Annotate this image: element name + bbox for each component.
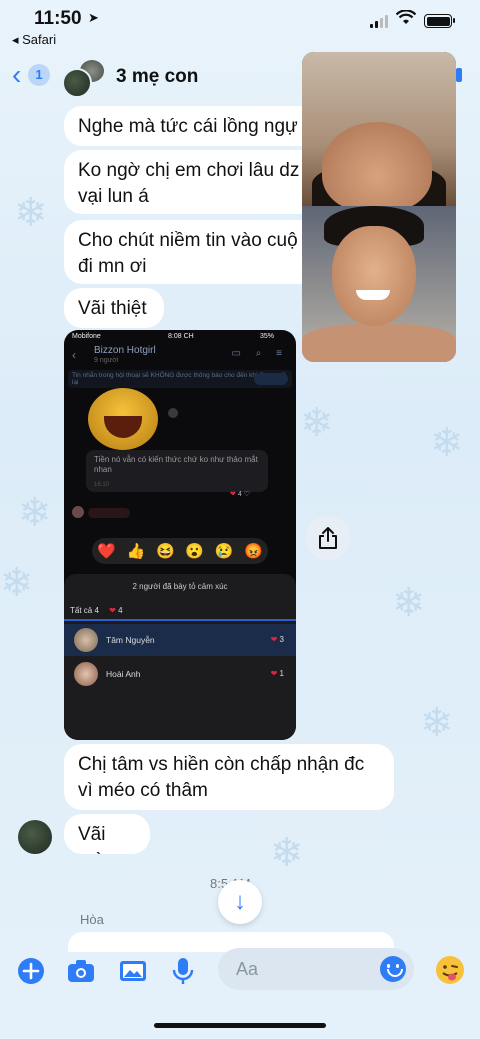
embedded-status-bar: Mobifone 8:08 CH 35% xyxy=(64,330,296,344)
message-bubble[interactable]: Chị tâm vs hiền còn chấp nhận đc vì méo … xyxy=(64,744,394,810)
embedded-reaction-sheet: 2 người đã bày tỏ cảm xúc Tất cả 4 ❤ 4 T… xyxy=(64,574,296,740)
emoji-picker-icon[interactable] xyxy=(380,956,406,982)
status-bar: 11:50 ➤ ◂ Safari xyxy=(0,0,480,52)
embedded-reactor-name: Tâm Nguyễn xyxy=(106,635,155,645)
embedded-reaction-count: 4 xyxy=(237,491,242,498)
embedded-header-icons: ▭ ⌕ ≡ xyxy=(231,348,288,359)
microphone-icon[interactable] xyxy=(168,956,198,986)
embedded-reaction: ❤ 4 ♡ xyxy=(230,491,250,498)
embedded-dot xyxy=(168,408,178,418)
message-bubble[interactable]: Ko ngờ chị em chơi lâu dz vại lun á xyxy=(64,150,324,214)
embedded-reactor-row: Tâm Nguyễn ❤ 3 xyxy=(64,624,296,656)
embedded-reactor-name: Hoài Anh xyxy=(106,669,141,679)
embedded-battery: 35% xyxy=(260,333,275,340)
self-video-feed xyxy=(302,206,456,362)
message-composer: Aa xyxy=(0,944,480,996)
gallery-icon[interactable] xyxy=(118,956,148,986)
wow-emoji-icon: 😮 xyxy=(185,543,204,560)
snowflake-icon: ❄ xyxy=(14,190,48,236)
laugh-emoji-icon: 😆 xyxy=(155,543,175,560)
sad-emoji-icon: 😢 xyxy=(214,543,234,560)
embedded-sheet-active-tab xyxy=(64,619,296,621)
embedded-notice-button xyxy=(254,373,288,385)
status-time: 11:50 xyxy=(34,8,82,29)
shared-screenshot-image[interactable]: Mobifone 8:08 CH 35% ‹ Bizzon Hotgirl 9 … xyxy=(64,330,296,740)
embedded-small-message xyxy=(88,508,130,518)
embedded-message: Tiền nó vẫn có kiến thức chứ ko như thảo… xyxy=(86,450,268,492)
angry-emoji-icon: 😡 xyxy=(243,543,263,560)
snowflake-icon: ❄ xyxy=(430,420,464,466)
embedded-chat-name: Bizzon Hotgirl xyxy=(94,345,156,356)
snowflake-icon: ❄ xyxy=(270,830,304,876)
embedded-small-avatar xyxy=(72,506,84,518)
snowflake-icon: ❄ xyxy=(420,700,454,746)
message-input[interactable]: Aa xyxy=(218,948,414,990)
message-bubble[interactable]: Vãi mà xyxy=(64,814,150,854)
scroll-to-bottom-button[interactable]: ↓ xyxy=(218,880,262,924)
battery-icon xyxy=(424,14,455,28)
location-arrow-icon: ➤ xyxy=(88,10,99,25)
sender-name-label: Hòa xyxy=(80,912,104,927)
embedded-reactor-count: ❤ 1 xyxy=(270,669,284,678)
embedded-tab-heart: ❤ 4 xyxy=(109,606,123,615)
embedded-reactor-avatar xyxy=(74,662,98,686)
remote-video-feed xyxy=(302,52,456,214)
cellular-signal-icon xyxy=(370,14,388,28)
active-call-indicator xyxy=(456,68,462,82)
unread-count-badge[interactable]: 1 xyxy=(28,64,50,86)
heart-emoji-icon: ❤️ xyxy=(97,543,116,560)
share-icon xyxy=(319,527,337,549)
tongue-emoji-icon[interactable] xyxy=(434,954,466,986)
embedded-tab-all: Tất cả 4 xyxy=(70,606,99,615)
embedded-reactor-count-value: 1 xyxy=(279,669,284,678)
wifi-icon xyxy=(395,9,417,31)
embedded-reaction-bar: ❤️ 👍 😆 😮 😢 😡 xyxy=(92,538,268,564)
embedded-carrier: Mobifone xyxy=(72,333,101,340)
sender-avatar[interactable] xyxy=(18,820,52,854)
snowflake-icon: ❄ xyxy=(300,400,334,446)
embedded-clock: 8:08 CH xyxy=(168,333,194,340)
embedded-reactor-avatar xyxy=(74,628,98,652)
snowflake-icon: ❄ xyxy=(392,580,426,626)
embedded-reactor-count: ❤ 3 xyxy=(270,635,284,644)
embedded-reactor-count-value: 3 xyxy=(279,635,284,644)
camera-icon[interactable] xyxy=(66,956,96,986)
embedded-chat-sub: 9 người xyxy=(94,357,119,364)
embedded-chat-header: ‹ Bizzon Hotgirl 9 người ▭ ⌕ ≡ xyxy=(64,344,296,368)
snowflake-icon: ❄ xyxy=(0,560,34,606)
plus-icon[interactable] xyxy=(16,956,46,986)
share-button[interactable] xyxy=(306,516,350,560)
chat-title[interactable]: 3 mẹ con xyxy=(116,66,198,88)
embedded-notice: Tin nhắn trong hội thoại sẽ KHÔNG được t… xyxy=(68,370,292,388)
back-chevron-icon[interactable]: ‹ xyxy=(12,61,21,89)
group-avatar[interactable] xyxy=(62,60,104,98)
home-indicator xyxy=(154,1023,326,1028)
message-input-placeholder: Aa xyxy=(236,959,259,979)
laughing-emoji-sticker xyxy=(88,388,158,450)
embedded-message-time: 16:10 xyxy=(94,482,110,488)
video-call-pip[interactable] xyxy=(302,52,456,362)
embedded-tab-heart-count: 4 xyxy=(118,606,123,615)
embedded-back-icon: ‹ xyxy=(72,348,76,362)
message-bubble[interactable]: Cho chút niềm tin vào cuộ đi mn ơi xyxy=(64,220,324,284)
back-to-app-link[interactable]: ◂ Safari xyxy=(12,32,56,48)
snowflake-icon: ❄ xyxy=(18,490,52,536)
message-bubble[interactable]: Vãi thiệt xyxy=(64,288,164,328)
embedded-reactor-row: Hoài Anh ❤ 1 xyxy=(64,658,296,690)
thumbs-up-emoji-icon: 👍 xyxy=(126,543,146,560)
embedded-sheet-tabs: Tất cả 4 ❤ 4 xyxy=(70,606,123,615)
embedded-sheet-title: 2 người đã bày tỏ cảm xúc xyxy=(132,582,228,591)
message-bubble[interactable]: Nghe mà tức cái lồng ngự xyxy=(64,106,324,146)
